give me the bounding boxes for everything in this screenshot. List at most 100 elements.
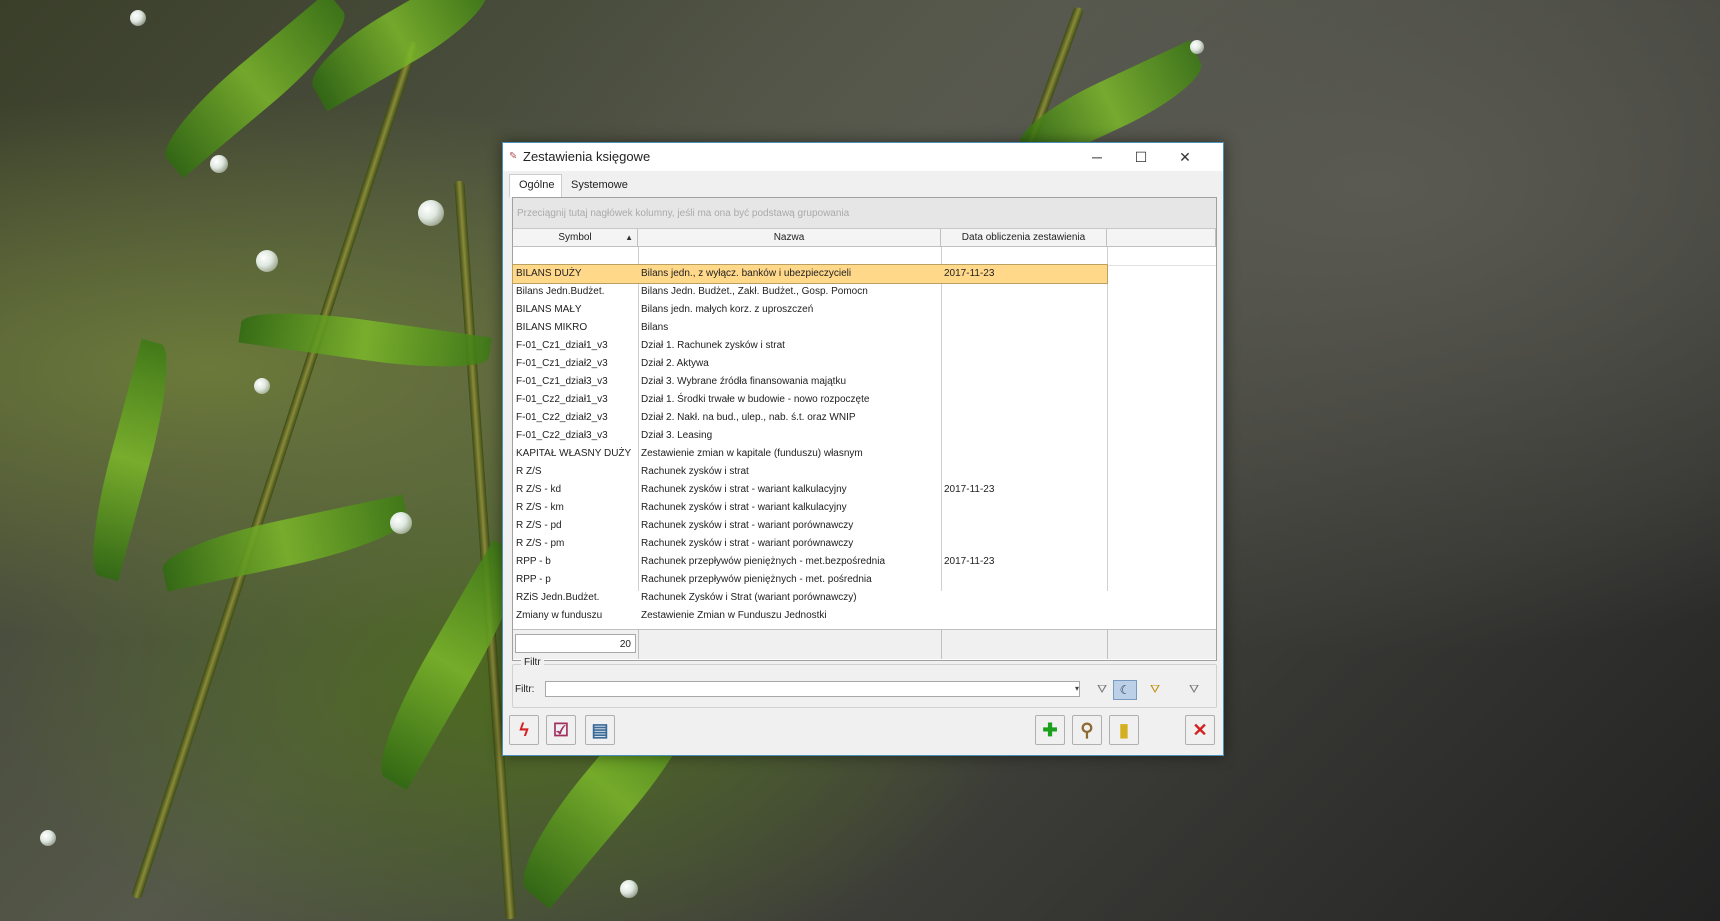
edit-button[interactable]: ⚲ <box>1072 715 1102 745</box>
water-drop <box>130 10 146 26</box>
cell-nazwa: Rachunek zysków i strat - wariant kalkul… <box>641 502 847 513</box>
cell-nazwa: Dział 2. Nakł. na bud., ulep., nab. ś.t.… <box>641 412 856 423</box>
cell-symbol: RPP - b <box>516 556 551 567</box>
cell-data <box>941 589 1107 607</box>
accounting-reports-window: ✎ Zestawienia księgowe ─ ☐ ✕ Ogólne Syst… <box>502 142 1224 756</box>
cell-data <box>941 445 1107 463</box>
table-row[interactable]: R Z/S Rachunek zysków i strat <box>513 463 1107 481</box>
cell-nazwa: Dział 2. Aktywa <box>641 358 709 369</box>
cell-data <box>941 517 1107 535</box>
footer-divider <box>638 630 639 659</box>
table-row[interactable]: Zmiany w funduszu Zestawienie Zmian w Fun… <box>513 607 1107 625</box>
tab-ogolne[interactable]: Ogólne <box>509 174 562 197</box>
water-drop <box>620 880 638 898</box>
cell-data <box>941 607 1107 625</box>
cell-nazwa: Dział 3. Wybrane źródła finansowania maj… <box>641 376 847 387</box>
cell-nazwa: Dział 1. Rachunek zysków i strat <box>641 340 785 351</box>
cell-symbol: F-01_Cz1_dział1_v3 <box>516 340 608 351</box>
table-row[interactable]: F-01_Cz2_dział3_v3 Dział 3. Leasing <box>513 427 1107 445</box>
cell-symbol: RZiS Jedn.Budżet. <box>516 592 600 603</box>
cell-data <box>941 337 1107 355</box>
cell-symbol: R Z/S - km <box>516 502 564 513</box>
table-row[interactable]: F-01_Cz2_dział1_v3 Dział 1. Środki trwałe… <box>513 391 1107 409</box>
table-row[interactable]: F-01_Cz1_dział2_v3 Dział 2. Aktywa <box>513 355 1107 373</box>
table-row[interactable]: BILANS DUŻY Bilans jedn., z wyłącz. bankó… <box>512 264 1108 284</box>
books-icon: ▤ <box>591 720 609 740</box>
cell-data <box>941 319 1107 337</box>
column-header-nazwa[interactable]: Nazwa <box>638 229 941 247</box>
cell-symbol: R Z/S - pd <box>516 520 562 531</box>
cell-symbol: Bilans Jedn.Budżet. <box>516 286 605 297</box>
checklist-button[interactable]: ☑ <box>546 715 576 745</box>
magnifier-icon: ⚲ <box>1080 720 1094 740</box>
table-row[interactable]: BILANS MIKRO Bilans <box>513 319 1107 337</box>
cell-data <box>941 571 1107 589</box>
table-row[interactable]: R Z/S - pd Rachunek zysków i strat - wari… <box>513 517 1107 535</box>
cell-nazwa: Bilans Jedn. Budżet., Zakł. Budżet., Gos… <box>641 286 868 297</box>
cell-data <box>941 499 1107 517</box>
funnel-settings-icon[interactable]: ⛛ <box>1144 680 1166 698</box>
cell-nazwa: Bilans jedn. małych korz. z uproszczeń <box>641 304 814 315</box>
table-row[interactable]: R Z/S - pm Rachunek zysków i strat - wari… <box>513 535 1107 553</box>
cell-nazwa: Rachunek zysków i strat <box>641 466 749 477</box>
cell-symbol: KAPITAŁ WŁASNY DUŻY <box>516 448 632 459</box>
cell-symbol: F-01_Cz1_dział2_v3 <box>516 358 608 369</box>
cell-symbol: R Z/S - kd <box>516 484 562 495</box>
cell-symbol: BILANS DUŻY <box>516 268 582 279</box>
cell-nazwa: Rachunek przepływów pieniężnych - met.be… <box>641 556 886 567</box>
filter-label: Filtr: <box>515 684 535 695</box>
table-row[interactable]: KAPITAŁ WŁASNY DUŻY Zestawienie zmian w k… <box>513 445 1107 463</box>
funnel-clear-icon[interactable]: ⛛ <box>1183 680 1205 698</box>
tab-systemowe[interactable]: Systemowe <box>562 175 635 195</box>
funnel-icon[interactable]: ⛛ <box>1091 680 1113 698</box>
cell-data: 2017-11-23 <box>944 556 995 567</box>
table-row[interactable]: R Z/S - km Rachunek zysków i strat - wari… <box>513 499 1107 517</box>
column-divider <box>1107 247 1108 591</box>
leaf <box>238 302 492 378</box>
cell-symbol: F-01_Cz1_dział3_v3 <box>516 376 608 387</box>
water-drop <box>418 200 444 226</box>
table-row[interactable]: R Z/S - kd Rachunek zysków i strat - wari… <box>513 481 1107 499</box>
sort-ascending-icon: ▲ <box>625 233 633 242</box>
add-button[interactable]: ✚ <box>1035 715 1065 745</box>
close-x-icon: ✕ <box>1192 720 1208 740</box>
table-row[interactable]: F-01_Cz2_dział2_v3 Dział 2. Nakł. na bud.… <box>513 409 1107 427</box>
books-button[interactable]: ▤ <box>585 715 615 745</box>
action-toolbar: ϟ ☑ ▤ ✚ ⚲ ▮ ✕ <box>503 713 1223 755</box>
column-filter-row[interactable] <box>513 247 1216 266</box>
cell-data <box>941 535 1107 553</box>
grid-rows: BILANS DUŻY Bilans jedn., z wyłącz. bankó… <box>512 264 1108 625</box>
moon-filter-icon[interactable]: ☾ <box>1113 680 1137 700</box>
table-row[interactable]: BILANS MAŁY Bilans jedn. małych korz. z u… <box>513 301 1107 319</box>
cell-symbol: R Z/S <box>516 466 542 477</box>
group-by-hint[interactable]: Przeciągnij tutaj nagłówek kolumny, jeśl… <box>513 198 1216 229</box>
column-header-symbol[interactable]: Symbol ▲ <box>513 229 638 247</box>
maximize-button[interactable]: ☐ <box>1119 143 1163 171</box>
minimize-button[interactable]: ─ <box>1075 143 1119 171</box>
table-row[interactable]: RZiS Jedn.Budżet. Rachunek Zysków i Strat… <box>513 589 1107 607</box>
chevron-down-icon[interactable]: ▾ <box>1071 681 1083 697</box>
lightning-icon: ϟ <box>519 720 529 740</box>
cell-symbol: RPP - p <box>516 574 551 585</box>
window-title: Zestawienia księgowe <box>523 149 651 164</box>
title-bar[interactable]: ✎ Zestawienia księgowe ─ ☐ ✕ <box>503 143 1223 171</box>
table-row[interactable]: RPP - p Rachunek przepływów pieniężnych -… <box>513 571 1107 589</box>
table-row[interactable]: F-01_Cz1_dział1_v3 Dział 1. Rachunek zysk… <box>513 337 1107 355</box>
table-row[interactable]: Bilans Jedn.Budżet. Bilans Jedn. Budżet.,… <box>513 283 1107 301</box>
table-row[interactable]: RPP - b Rachunek przepływów pieniężnych -… <box>513 553 1107 571</box>
close-button[interactable]: ✕ <box>1185 715 1215 745</box>
table-row[interactable]: F-01_Cz1_dział3_v3 Dział 3. Wybrane źródł… <box>513 373 1107 391</box>
calculate-button[interactable]: ϟ <box>509 715 539 745</box>
cell-nazwa: Zestawienie zmian w kapitale (funduszu) … <box>641 448 863 459</box>
water-drop <box>256 250 278 272</box>
cell-nazwa: Bilans <box>641 322 669 333</box>
column-header-data[interactable]: Data obliczenia zestawienia <box>941 229 1107 247</box>
cell-data: 2017-11-23 <box>944 268 995 279</box>
cell-nazwa: Dział 1. Środki trwałe w budowie - nowo … <box>641 394 870 405</box>
filter-input[interactable] <box>545 681 1080 697</box>
delete-button[interactable]: ▮ <box>1109 715 1139 745</box>
cell-symbol: R Z/S - pm <box>516 538 565 549</box>
filter-group: Filtr Filtr: ▾ ⛛ ☾ ⛛ ⛛ <box>512 657 1217 708</box>
cell-data <box>941 283 1107 301</box>
window-close-button[interactable]: ✕ <box>1163 143 1207 171</box>
